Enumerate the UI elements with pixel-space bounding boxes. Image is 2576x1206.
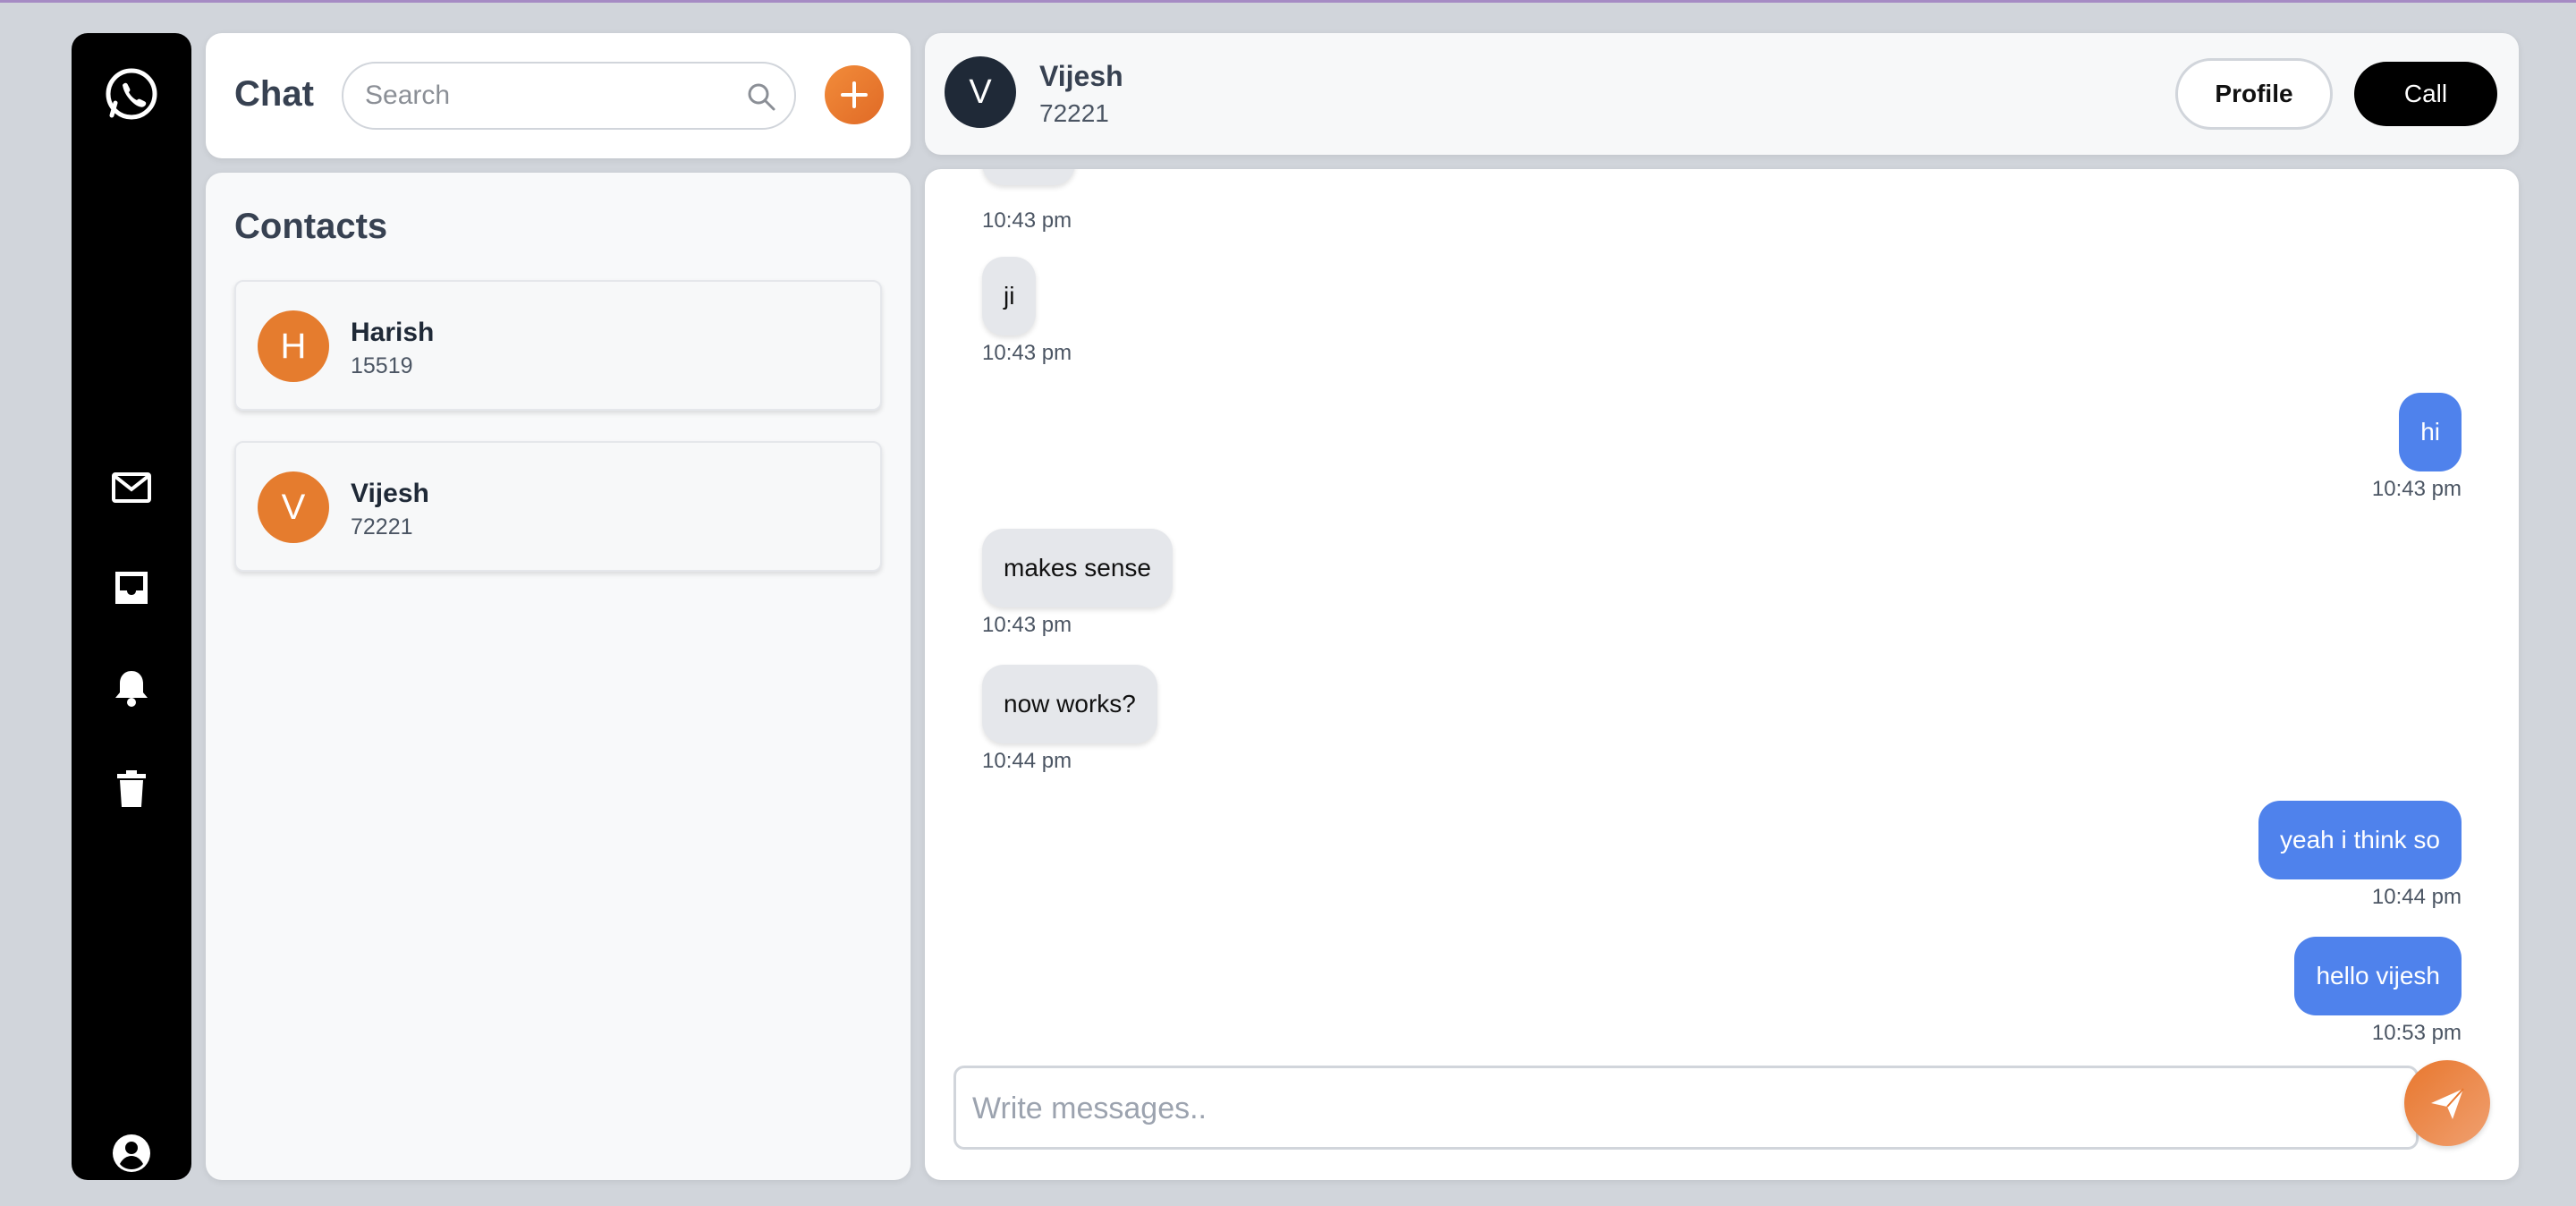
message-item: yeah i think so 10:44 pm [2258, 801, 2462, 910]
conversation-header: V Vijesh 72221 Profile Call [925, 33, 2519, 155]
send-icon [2431, 1088, 2464, 1119]
message-bubble: makes sense [982, 529, 1173, 607]
message-list[interactable]: 10:43 pm ji 10:43 pm hi 10:43 pm makes s… [925, 169, 2519, 1180]
user-circle-icon[interactable] [110, 1132, 153, 1175]
message-item: makes sense 10:43 pm [982, 529, 1173, 638]
contacts-title: Contacts [234, 207, 388, 246]
message-input[interactable] [972, 1088, 2385, 1129]
search-input[interactable] [365, 78, 741, 114]
message-time: 10:43 pm [982, 208, 1072, 233]
message-item: hi 10:43 pm [2372, 393, 2462, 502]
conversation-name: Vijesh [1039, 60, 1123, 92]
contacts-panel: Contacts H Harish 15519 V Vijesh 72221 [206, 173, 911, 1180]
message-time: 10:53 pm [2371, 1021, 2462, 1045]
message-bubble: now works? [982, 665, 1157, 743]
message-bubble: ji [982, 257, 1037, 335]
plus-icon [841, 81, 868, 108]
search-icon[interactable] [746, 81, 776, 112]
add-contact-button[interactable] [825, 65, 884, 124]
contact-item-vijesh[interactable]: V Vijesh 72221 [234, 441, 882, 572]
chat-header: Chat [206, 33, 911, 158]
avatar: H [258, 310, 329, 382]
compose-box[interactable] [953, 1066, 2419, 1150]
message-time: 10:43 pm [982, 341, 1072, 365]
conversation-number: 72221 [1039, 99, 1109, 127]
bell-icon[interactable] [110, 667, 153, 709]
contact-number: 15519 [351, 353, 413, 378]
inbox-icon[interactable] [110, 566, 153, 609]
message-item: ji 10:43 pm [982, 257, 1072, 366]
mail-icon[interactable] [110, 466, 153, 509]
send-button[interactable] [2404, 1060, 2490, 1146]
message-bubble: yeah i think so [2258, 801, 2462, 879]
message-bubble: hi [2399, 393, 2462, 471]
contact-name: Vijesh [351, 479, 429, 508]
contact-item-harish[interactable]: H Harish 15519 [234, 280, 882, 411]
contact-name: Harish [351, 318, 435, 347]
message-time: 10:43 pm [982, 613, 1072, 637]
message-bubble [982, 169, 1075, 185]
chat-title: Chat [234, 74, 314, 114]
contact-number: 72221 [351, 514, 413, 539]
whatsapp-icon[interactable] [103, 65, 160, 123]
trash-icon[interactable] [110, 767, 153, 810]
profile-button[interactable]: Profile [2175, 58, 2333, 130]
message-bubble: hello vijesh [2294, 937, 2462, 1015]
search-box[interactable] [342, 62, 796, 130]
message-time: 10:43 pm [2371, 477, 2462, 501]
avatar: V [258, 471, 329, 543]
message-item: hello vijesh 10:53 pm [2294, 937, 2462, 1046]
message-time: 10:44 pm [982, 749, 1072, 773]
message-time: 10:44 pm [2371, 885, 2462, 909]
message-item: now works? 10:44 pm [982, 665, 1157, 774]
app-rail [72, 33, 191, 1180]
call-button[interactable]: Call [2354, 62, 2497, 126]
avatar: V [945, 56, 1016, 128]
